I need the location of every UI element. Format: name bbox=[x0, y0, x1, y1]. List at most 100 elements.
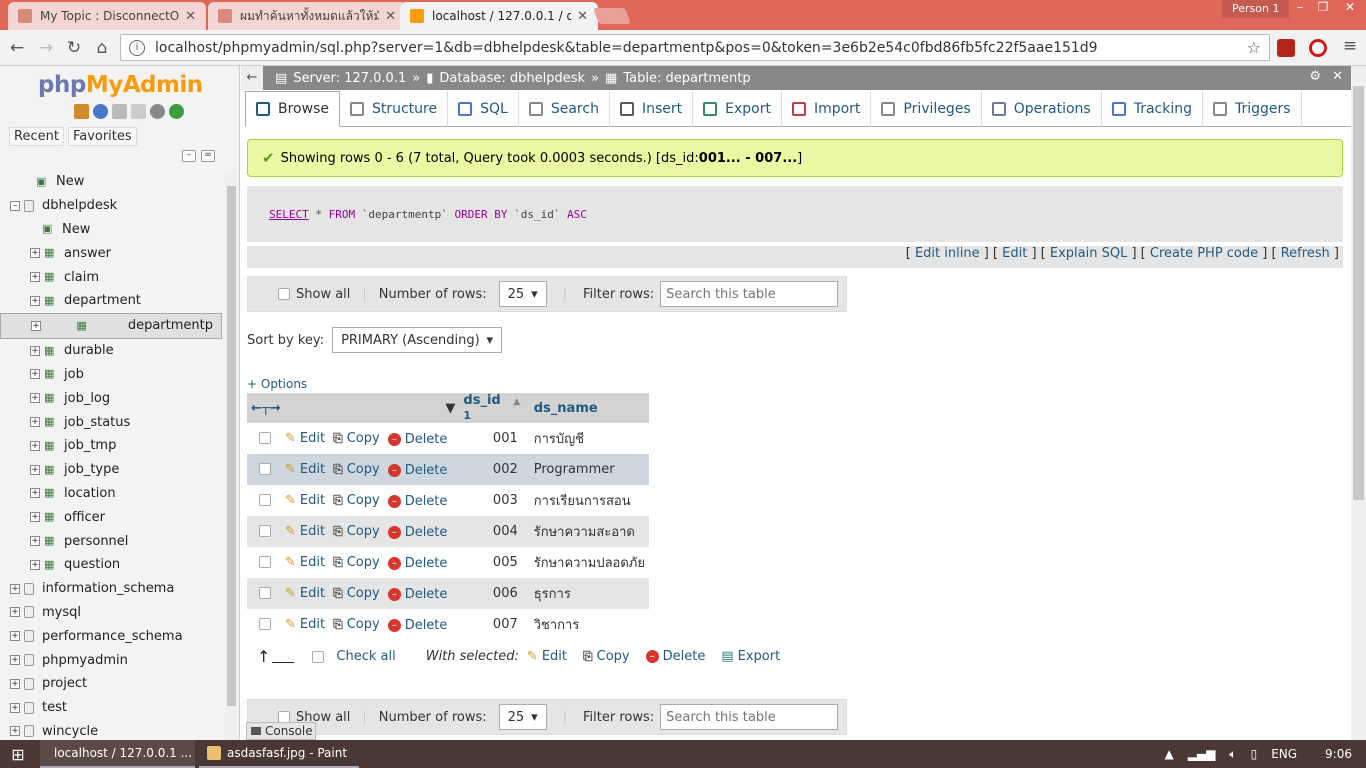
row-checkbox[interactable] bbox=[259, 587, 271, 599]
edit-row-button[interactable]: ✎ Edit bbox=[285, 493, 325, 508]
expand-icon[interactable]: + bbox=[30, 559, 40, 570]
tree-item-phpmyadmin[interactable]: + phpmyadmin bbox=[0, 648, 222, 672]
tree-item-location[interactable]: + ▦ location bbox=[0, 482, 222, 506]
expand-icon[interactable]: + bbox=[30, 464, 40, 475]
browser-tab-active[interactable]: localhost / 127.0.0.1 / db ✕ bbox=[400, 2, 598, 30]
console-toggle[interactable]: Console bbox=[246, 722, 316, 740]
column-menu-icon[interactable]: ▼ bbox=[445, 401, 455, 416]
tree-item-claim[interactable]: + ▦ claim bbox=[0, 265, 222, 289]
tree-item-label[interactable]: wincycle bbox=[42, 724, 98, 739]
tree-item-label[interactable]: phpmyadmin bbox=[42, 653, 128, 668]
tree-item-label[interactable]: mysql bbox=[42, 605, 81, 620]
taskbar-item-browser[interactable]: localhost / 127.0.0.1 ... bbox=[40, 740, 195, 768]
expand-icon[interactable]: + bbox=[30, 536, 40, 547]
collapse-sidebar-icon[interactable]: ← bbox=[241, 66, 263, 90]
expand-icon[interactable]: + bbox=[10, 583, 20, 594]
copy-row-button[interactable]: ⎘ Copy bbox=[333, 493, 380, 508]
row-checkbox[interactable] bbox=[259, 618, 271, 630]
expand-icon[interactable]: + bbox=[10, 631, 20, 642]
new-tab-button[interactable] bbox=[593, 8, 631, 24]
copy-row-button[interactable]: ⎘ Copy bbox=[333, 431, 380, 446]
pdf-extension-icon[interactable] bbox=[1277, 39, 1295, 57]
copy-row-button[interactable]: ⎘ Copy bbox=[333, 524, 380, 539]
row-checkbox[interactable] bbox=[259, 525, 271, 537]
cell-ds_name[interactable]: Programmer bbox=[529, 454, 649, 485]
help-icon[interactable] bbox=[93, 104, 108, 119]
delete-row-button[interactable]: – Delete bbox=[387, 463, 447, 478]
delete-row-button[interactable]: – Delete bbox=[387, 494, 447, 509]
reload-icon[interactable]: ↻ bbox=[64, 38, 84, 58]
close-tab-icon[interactable]: ✕ bbox=[385, 9, 396, 24]
cell-ds_id[interactable]: 001 bbox=[459, 423, 529, 454]
table-row[interactable]: ✎ Edit ⎘ Copy – Delete 003 การเรียนการสอน bbox=[247, 485, 649, 516]
bookmark-star-icon[interactable]: ☆ bbox=[1247, 38, 1261, 57]
tree-item-label[interactable]: performance_schema bbox=[42, 629, 183, 644]
cell-ds_id[interactable]: 003 bbox=[459, 485, 529, 516]
breadcrumb-server[interactable]: Server: 127.0.0.1 bbox=[293, 71, 406, 86]
tree-item-label[interactable]: job bbox=[64, 367, 84, 382]
language-indicator[interactable]: ENG bbox=[1271, 747, 1297, 761]
tree-item-durable[interactable]: + ▦ durable bbox=[0, 339, 222, 363]
tree-item-label[interactable]: officer bbox=[64, 510, 105, 525]
edit-link[interactable]: Edit bbox=[1002, 246, 1027, 261]
tree-item-label[interactable]: claim bbox=[64, 270, 99, 285]
forward-icon[interactable]: → bbox=[36, 38, 56, 58]
edit-row-button[interactable]: ✎ Edit bbox=[285, 431, 325, 446]
volume-icon[interactable]: 🔈︎ bbox=[1229, 747, 1236, 762]
tab-import[interactable]: Import bbox=[782, 91, 872, 127]
link-icon[interactable]: ∞ bbox=[201, 150, 215, 162]
row-checkbox[interactable] bbox=[259, 432, 271, 444]
expand-icon[interactable]: + bbox=[30, 369, 40, 380]
tree-item-label[interactable]: project bbox=[42, 676, 87, 691]
page-scrollbar[interactable] bbox=[1351, 66, 1366, 740]
settings-gear-icon[interactable]: ⚙ bbox=[1309, 69, 1321, 84]
close-window-icon[interactable]: ✕ bbox=[1340, 0, 1360, 14]
back-icon[interactable]: ← bbox=[7, 38, 27, 58]
edit-row-button[interactable]: ✎ Edit bbox=[285, 462, 325, 477]
bulk-copy-button[interactable]: ⎘ Copy bbox=[583, 649, 630, 664]
network-icon[interactable]: ▂▄▆ bbox=[1188, 747, 1216, 761]
tab-export[interactable]: Export bbox=[693, 91, 782, 127]
page-scroll-thumb[interactable] bbox=[1353, 86, 1364, 500]
profile-button[interactable]: Person 1 bbox=[1222, 0, 1290, 18]
expand-icon[interactable]: + bbox=[30, 512, 40, 523]
edit-inline-link[interactable]: Edit inline bbox=[915, 246, 980, 261]
browser-menu-icon[interactable]: ≡ bbox=[1340, 36, 1360, 56]
browser-tab[interactable]: ผมทำค้นหาทั้งหมดแล้วให้มันแ ✕ bbox=[208, 2, 406, 30]
row-checkbox[interactable] bbox=[259, 556, 271, 568]
home-icon[interactable]: ⌂ bbox=[92, 38, 112, 58]
cell-ds_name[interactable]: การบัญชี bbox=[530, 423, 649, 454]
tree-item-New[interactable]: ▣ New bbox=[0, 170, 222, 194]
expand-icon[interactable]: + bbox=[10, 607, 20, 618]
favorites-tab[interactable]: Favorites bbox=[67, 127, 137, 146]
tree-item-information_schema[interactable]: + information_schema bbox=[0, 577, 222, 601]
expand-icon[interactable]: + bbox=[30, 345, 40, 356]
recent-tab[interactable]: Recent bbox=[9, 127, 64, 146]
cell-ds_id[interactable]: 004 bbox=[459, 516, 530, 547]
filter-rows-input[interactable] bbox=[660, 704, 839, 730]
tree-item-mysql[interactable]: + mysql bbox=[0, 601, 222, 625]
tab-privileges[interactable]: Privileges bbox=[871, 91, 982, 127]
create-php-code-link[interactable]: Create PHP code bbox=[1150, 246, 1258, 261]
tree-item-job_status[interactable]: + ▦ job_status bbox=[0, 410, 222, 434]
tree-item-label[interactable]: location bbox=[64, 486, 116, 501]
expand-icon[interactable]: + bbox=[31, 320, 41, 331]
tree-item-test[interactable]: + test bbox=[0, 696, 222, 720]
edit-row-button[interactable]: ✎ Edit bbox=[285, 586, 325, 601]
tree-item-label[interactable]: answer bbox=[64, 246, 111, 261]
tree-item-label[interactable]: New bbox=[56, 174, 84, 189]
table-row[interactable]: ✎ Edit ⎘ Copy – Delete 004 รักษาความสะอาด bbox=[247, 516, 649, 547]
copy-row-button[interactable]: ⎘ Copy bbox=[333, 462, 380, 477]
minimize-icon[interactable]: – bbox=[1290, 0, 1310, 14]
tree-item-label[interactable]: information_schema bbox=[42, 581, 174, 596]
cell-ds_name[interactable]: ธุรการ bbox=[529, 578, 649, 609]
cell-ds_name[interactable]: รักษาความปลอดภัย bbox=[530, 547, 649, 578]
tab-sql[interactable]: SQL bbox=[448, 91, 519, 127]
close-icon[interactable]: ✕ bbox=[1332, 69, 1343, 84]
tree-item-label[interactable]: job_type bbox=[64, 462, 119, 477]
close-tab-icon[interactable]: ✕ bbox=[185, 9, 196, 24]
delete-row-button[interactable]: – Delete bbox=[387, 618, 447, 633]
taskbar-item-paint[interactable]: asdasfasf.jpg - Paint bbox=[199, 740, 359, 768]
tree-item-label[interactable]: job_tmp bbox=[64, 438, 116, 453]
browser-tab[interactable]: My Topic : DisconnectOv ✕ bbox=[8, 2, 206, 30]
